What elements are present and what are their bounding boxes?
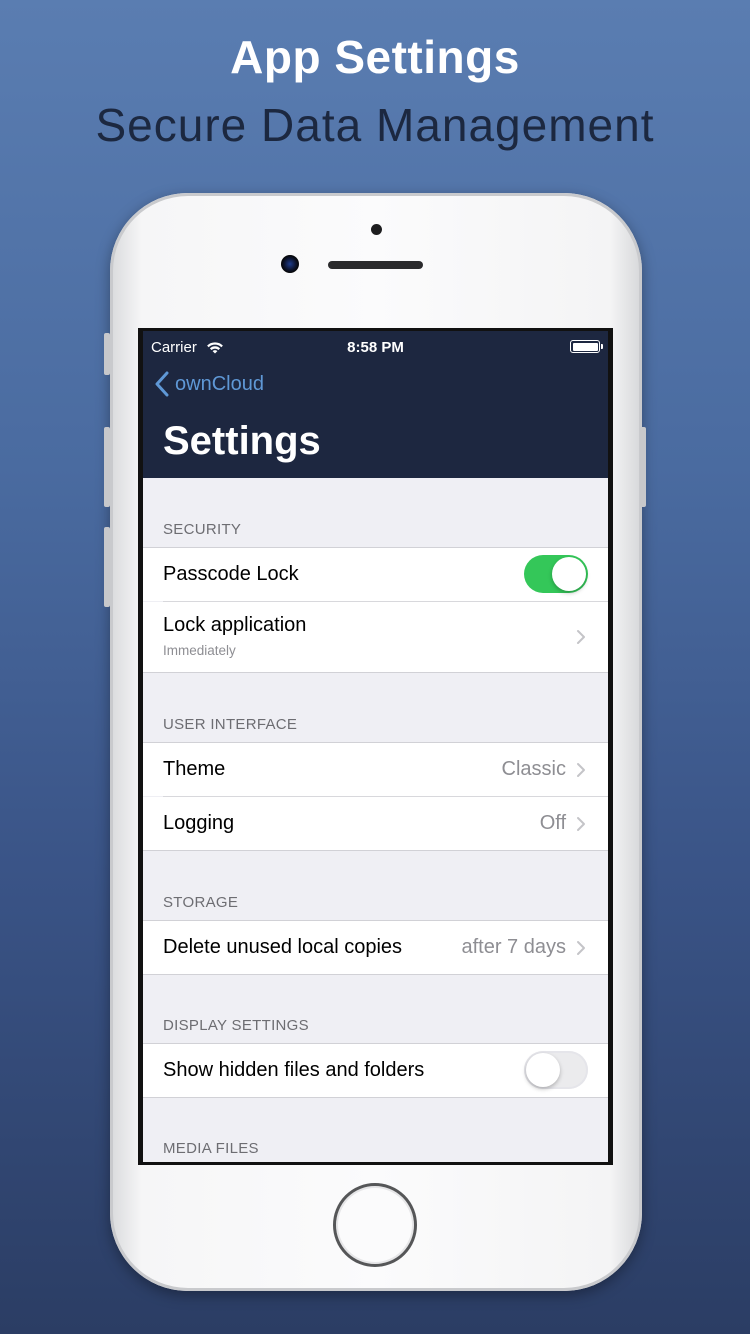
phone-volume-up-button xyxy=(104,427,110,507)
cell-label: Delete unused local copies xyxy=(163,936,403,958)
cell-value: Classic xyxy=(501,758,566,780)
section-header-display-settings: DISPLAY SETTINGS xyxy=(163,1017,309,1034)
cell-delete-unused-local-copies[interactable]: Delete unused local copies after 7 days xyxy=(143,921,608,974)
chevron-right-icon xyxy=(577,630,585,644)
cell-label: Theme xyxy=(163,758,226,780)
cell-theme[interactable]: Theme Classic xyxy=(143,743,608,796)
cell-subtitle: Immediately xyxy=(163,643,236,658)
divider xyxy=(143,850,608,851)
cell-label: Logging xyxy=(163,812,235,834)
proximity-sensor xyxy=(371,224,382,235)
divider xyxy=(143,974,608,975)
passcode-lock-toggle[interactable] xyxy=(524,555,588,593)
page-title: Settings xyxy=(163,419,321,463)
chevron-right-icon xyxy=(577,763,585,777)
settings-screen: Carrier 8:58 PM ownCloud Settings SECURI… xyxy=(143,331,608,1162)
cell-value: after 7 days xyxy=(461,936,566,958)
phone-screen: Carrier 8:58 PM ownCloud Settings SECURI… xyxy=(138,328,613,1165)
back-chevron-icon[interactable] xyxy=(153,371,171,397)
status-time: 8:58 PM xyxy=(347,339,404,356)
toggle-knob xyxy=(552,557,586,591)
divider xyxy=(143,672,608,673)
front-camera xyxy=(281,255,299,273)
cell-logging[interactable]: Logging Off xyxy=(143,797,608,850)
cell-passcode-lock[interactable]: Passcode Lock xyxy=(143,548,608,601)
section-header-media-files: MEDIA FILES xyxy=(163,1140,259,1157)
cell-value: Off xyxy=(539,812,566,834)
phone-volume-down-button xyxy=(104,527,110,607)
back-button[interactable]: ownCloud xyxy=(175,373,264,396)
toggle-knob xyxy=(526,1053,560,1087)
phone-power-button xyxy=(640,427,646,507)
chevron-right-icon xyxy=(577,941,585,955)
cell-label: Show hidden files and folders xyxy=(163,1059,425,1081)
promo-headline: App Settings xyxy=(230,31,520,83)
section-header-storage: STORAGE xyxy=(163,894,239,911)
battery-icon xyxy=(570,340,603,353)
show-hidden-files-toggle[interactable] xyxy=(524,1051,588,1089)
navigation-bar: Carrier 8:58 PM ownCloud Settings xyxy=(143,331,608,478)
section-header-security: SECURITY xyxy=(163,521,242,538)
earpiece-speaker xyxy=(328,261,423,269)
cell-show-hidden-files[interactable]: Show hidden files and folders xyxy=(143,1044,608,1097)
cell-lock-application[interactable]: Lock application Immediately xyxy=(143,602,608,672)
cell-label: Passcode Lock xyxy=(163,563,299,585)
section-header-user-interface: USER INTERFACE xyxy=(163,716,298,733)
cell-label: Lock application xyxy=(163,614,307,636)
home-button[interactable] xyxy=(333,1183,417,1267)
divider xyxy=(143,1097,608,1098)
phone-silent-switch xyxy=(104,333,110,375)
promo-subheadline: Secure Data Management xyxy=(95,99,655,151)
chevron-right-icon xyxy=(577,817,585,831)
